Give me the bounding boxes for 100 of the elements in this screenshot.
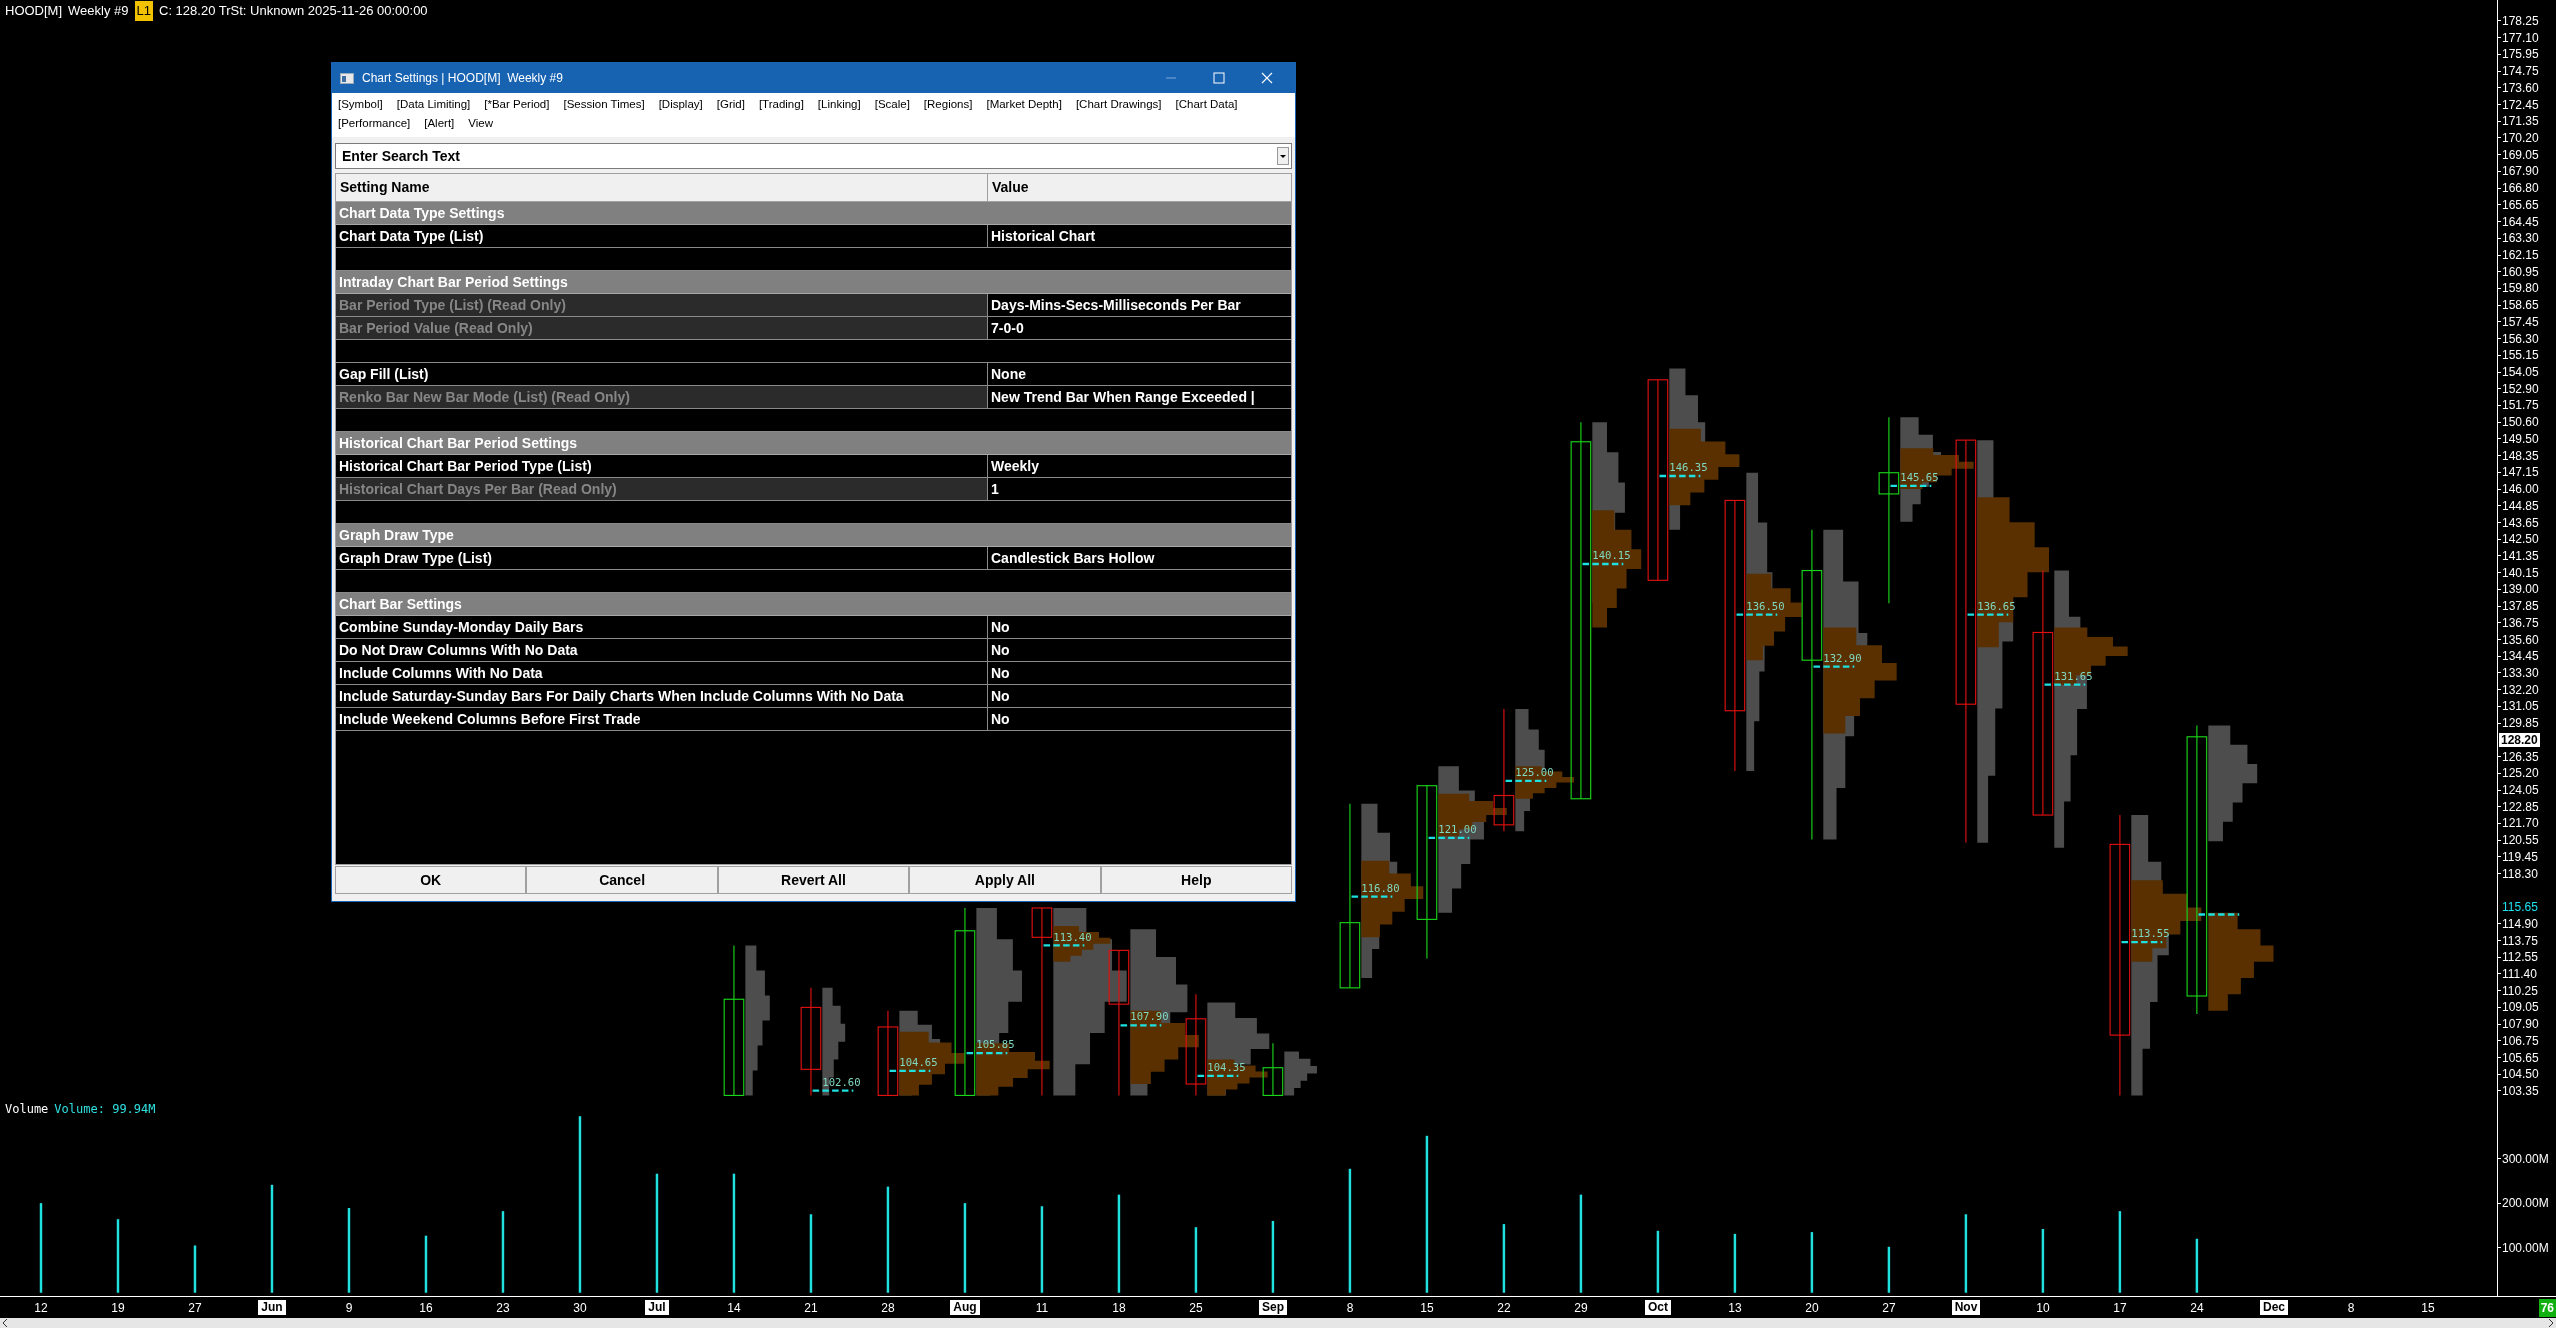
- price-label: 124.05: [2501, 782, 2539, 799]
- price-label: 135.60: [2501, 631, 2539, 649]
- candle: [1262, 1042, 1284, 1096]
- settings-tab[interactable]: [Alert]: [424, 114, 455, 133]
- dropdown-icon[interactable]: [1277, 147, 1289, 165]
- price-label: 167.90: [2501, 163, 2539, 181]
- setting-value[interactable]: 7-0-0: [988, 317, 1291, 339]
- settings-tab[interactable]: [Market Depth]: [986, 95, 1062, 114]
- dialog-button[interactable]: Apply All: [909, 866, 1101, 894]
- settings-tab[interactable]: [Performance]: [338, 114, 411, 133]
- price-label: 142.50: [2501, 531, 2539, 549]
- setting-value[interactable]: Days-Mins-Secs-Milliseconds Per Bar: [988, 294, 1291, 316]
- price-label: 125.20: [2501, 765, 2539, 783]
- volume-bar: [1502, 1224, 1506, 1293]
- price-label: 146.00: [2501, 481, 2539, 499]
- price-label: 155.15: [2501, 347, 2539, 365]
- price-label: 122.85: [2501, 798, 2539, 816]
- date-label: 30: [573, 1299, 587, 1317]
- setting-name: Graph Draw Type (List): [336, 547, 988, 569]
- setting-value[interactable]: Candlestick Bars Hollow: [988, 547, 1291, 569]
- maximize-icon[interactable]: [1213, 72, 1225, 84]
- dialog-button[interactable]: OK: [335, 866, 527, 894]
- settings-tab[interactable]: [Data Limiting]: [396, 95, 471, 114]
- date-label: 22: [1497, 1299, 1511, 1317]
- dialog-button[interactable]: Cancel: [526, 866, 718, 894]
- price-label: 171.35: [2501, 113, 2539, 131]
- setting-value[interactable]: No: [988, 708, 1291, 730]
- date-label: 19: [111, 1299, 125, 1317]
- price-label: 126.35: [2501, 748, 2539, 766]
- settings-tab[interactable]: [Grid]: [716, 95, 745, 114]
- price-label: 144.85: [2501, 497, 2539, 515]
- settings-tab[interactable]: [Chart Data]: [1175, 95, 1238, 114]
- price-label: 119.45: [2501, 848, 2538, 866]
- scroll-left-icon[interactable]: [2, 1319, 8, 1327]
- setting-value[interactable]: No: [988, 616, 1291, 638]
- scroll-right-icon[interactable]: [2548, 1319, 2554, 1327]
- setting-value[interactable]: New Trend Bar When Range Exceeded |: [988, 386, 1291, 408]
- price-label: 151.75: [2501, 397, 2539, 415]
- price-label: 158.65: [2501, 297, 2539, 315]
- setting-value[interactable]: No: [988, 639, 1291, 661]
- price-label: 173.60: [2501, 79, 2539, 97]
- price-label: 156.30: [2501, 330, 2539, 348]
- date-label: 9: [345, 1299, 353, 1317]
- price-label: 150.60: [2501, 414, 2539, 432]
- price-label: 120.55: [2501, 832, 2539, 850]
- period-label: Weekly #9: [68, 2, 129, 21]
- section-header: Historical Chart Bar Period Settings: [336, 432, 1291, 455]
- dialog-button[interactable]: Help: [1100, 866, 1292, 894]
- month-label: Nov: [1951, 1300, 1981, 1315]
- volume-bar: [1887, 1246, 1891, 1293]
- price-label: 113.75: [2501, 932, 2538, 950]
- price-label: 170.20: [2501, 130, 2539, 147]
- settings-tab[interactable]: [Trading]: [758, 95, 804, 114]
- settings-tab[interactable]: [Regions]: [923, 95, 973, 114]
- setting-value[interactable]: No: [988, 685, 1291, 707]
- settings-tab[interactable]: [Symbol]: [338, 95, 383, 114]
- date-label: 23: [496, 1299, 510, 1317]
- bar-count: 76: [2538, 1298, 2556, 1317]
- date-label: 15: [2421, 1299, 2435, 1317]
- date-label: 13: [1728, 1299, 1742, 1317]
- month-label: Oct: [1645, 1300, 1671, 1315]
- price-label: 177.10: [2501, 29, 2539, 47]
- settings-tab[interactable]: [Scale]: [874, 95, 910, 114]
- settings-tab[interactable]: [Chart Drawings]: [1075, 95, 1162, 114]
- price-label: 149.50: [2501, 430, 2539, 448]
- search-field[interactable]: Enter Search Text: [335, 143, 1292, 169]
- dialog-button[interactable]: Revert All: [717, 866, 910, 894]
- volume-bar: [1810, 1232, 1814, 1293]
- close-icon[interactable]: [1261, 72, 1273, 84]
- setting-value[interactable]: Weekly: [988, 455, 1291, 477]
- setting-value[interactable]: No: [988, 662, 1291, 684]
- price-label: 154.05: [2501, 364, 2539, 382]
- setting-value[interactable]: Historical Chart: [988, 225, 1291, 247]
- settings-tab[interactable]: View: [468, 114, 493, 133]
- current-price: 128.20: [2498, 731, 2541, 748]
- price-label: 166.80: [2501, 180, 2539, 198]
- poc-line: [1351, 895, 1393, 898]
- settings-tab[interactable]: [Linking]: [817, 95, 861, 114]
- price-label: 112.55: [2501, 949, 2538, 967]
- volume-title: Volume: [5, 1101, 49, 1118]
- price-label: 164.45: [2501, 213, 2539, 231]
- price-label: 152.90: [2501, 380, 2539, 398]
- column-header: Setting Name: [336, 174, 988, 201]
- price-label: 139.00: [2501, 581, 2539, 599]
- poc-label: 125.00: [1515, 765, 1554, 778]
- price-label: 134.45: [2501, 648, 2539, 666]
- setting-value[interactable]: None: [988, 363, 1291, 385]
- poc-line: [812, 1089, 854, 1092]
- price-label: 106.75: [2501, 1032, 2539, 1050]
- poc-label: 136.65: [1977, 599, 2016, 612]
- price-label: 111.40: [2501, 965, 2537, 983]
- poc-label: 116.80: [1361, 881, 1400, 894]
- poc-line: [2198, 913, 2240, 916]
- price-label: 137.85: [2501, 598, 2539, 616]
- settings-tab[interactable]: [*Bar Period]: [484, 95, 550, 114]
- month-label: Aug: [950, 1300, 980, 1315]
- settings-tab[interactable]: [Display]: [658, 95, 703, 114]
- settings-tab[interactable]: [Session Times]: [563, 95, 645, 114]
- poc-label: 121.00: [1438, 823, 1477, 835]
- setting-value[interactable]: 1: [988, 478, 1291, 500]
